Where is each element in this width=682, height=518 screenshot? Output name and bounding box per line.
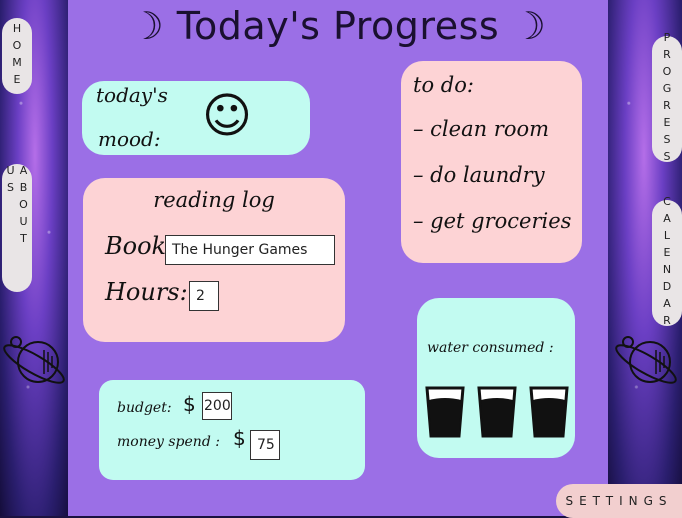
water-label: water consumed : <box>427 340 554 356</box>
budget-label: budget: <box>117 400 172 416</box>
todo-item: – clean room <box>413 117 550 141</box>
todo-item: – do laundry <box>413 163 545 187</box>
water-glasses <box>425 386 569 440</box>
settings-label: SETTINGS <box>565 494 673 508</box>
todo-item: – get groceries <box>413 209 572 233</box>
nav-about-us-label: ABOUT US <box>4 164 30 249</box>
water-glass-icon[interactable] <box>477 386 517 438</box>
mood-label-line2: mood: <box>98 127 161 151</box>
nav-calendar-label: CALENDAR <box>660 195 674 331</box>
dollar-sign: $ <box>183 392 196 416</box>
water-glass-icon[interactable] <box>425 386 465 438</box>
water-glass-icon[interactable] <box>529 386 569 438</box>
mood-card: today's mood: ☺ <box>82 81 310 155</box>
smiley-face-icon[interactable]: ☺ <box>202 87 252 145</box>
budget-card: budget: $ 200 money spend : $ 75 <box>99 380 365 480</box>
nav-home-label: HOME <box>10 22 24 90</box>
water-card: water consumed : <box>417 298 575 458</box>
nav-about-us-button[interactable]: ABOUT US <box>2 164 32 292</box>
nav-home-button[interactable]: HOME <box>2 18 32 94</box>
dollar-sign: $ <box>233 426 246 450</box>
hours-label: Hours: <box>105 278 188 306</box>
planet-icon <box>3 336 65 384</box>
main-panel: ☽ Today's Progress ☽ today's mood: ☺ to … <box>68 0 608 516</box>
todo-card: to do: – clean room – do laundry – get g… <box>401 61 582 263</box>
nav-progress-button[interactable]: PROGRESS <box>652 31 682 167</box>
budget-input[interactable]: 200 <box>202 392 232 420</box>
todo-heading: to do: <box>413 73 474 97</box>
planet-icon <box>615 336 677 384</box>
reading-log-card: reading log Book: The Hunger Games Hours… <box>83 178 345 342</box>
settings-button[interactable]: SETTINGS <box>556 484 682 518</box>
page-title: ☽ Today's Progress ☽ <box>129 4 547 48</box>
reading-log-heading: reading log <box>153 188 275 212</box>
hours-input[interactable]: 2 <box>189 281 219 311</box>
nav-progress-label: PROGRESS <box>660 31 674 167</box>
money-spent-input[interactable]: 75 <box>250 430 280 460</box>
money-spent-label: money spend : <box>117 434 220 450</box>
book-input[interactable]: The Hunger Games <box>165 235 335 265</box>
mood-label-line1: today's <box>96 83 168 107</box>
book-label: Book: <box>105 232 175 260</box>
nav-calendar-button[interactable]: CALENDAR <box>652 195 682 331</box>
